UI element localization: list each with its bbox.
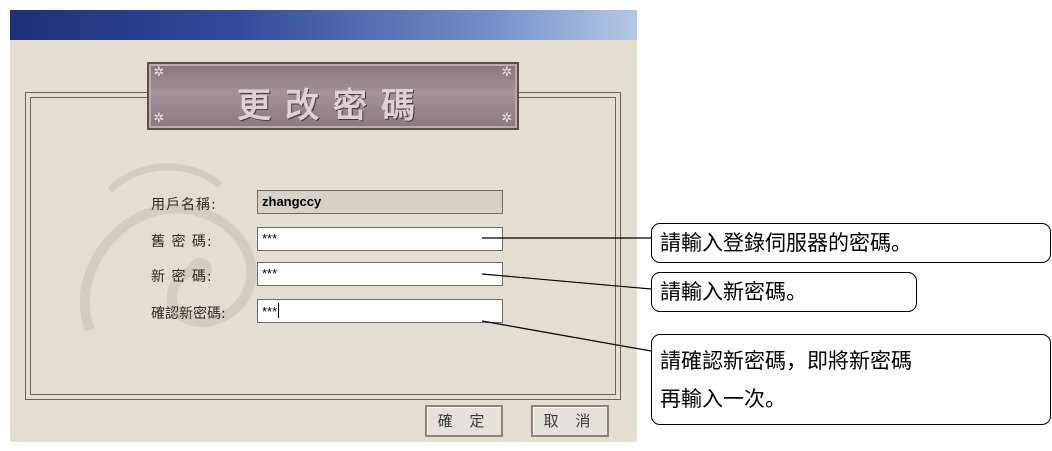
callout-confirm-password: 請確認新密碼，即將新密碼 再輸入一次。 bbox=[651, 334, 1051, 425]
callout-new-password-text: 請輸入新密碼。 bbox=[660, 280, 807, 304]
callout-new-password: 請輸入新密碼。 bbox=[651, 272, 917, 312]
leader-line-confirm-password bbox=[481, 320, 652, 352]
callout-old-password-text: 請輸入登錄伺服器的密碼。 bbox=[660, 231, 912, 255]
callout-confirm-line1: 請確認新密碼，即將新密碼 bbox=[660, 349, 912, 373]
callout-confirm-line2: 再輸入一次。 bbox=[660, 387, 786, 411]
leader-line-new-password bbox=[481, 273, 652, 290]
callout-old-password: 請輸入登錄伺服器的密碼。 bbox=[651, 223, 1051, 263]
